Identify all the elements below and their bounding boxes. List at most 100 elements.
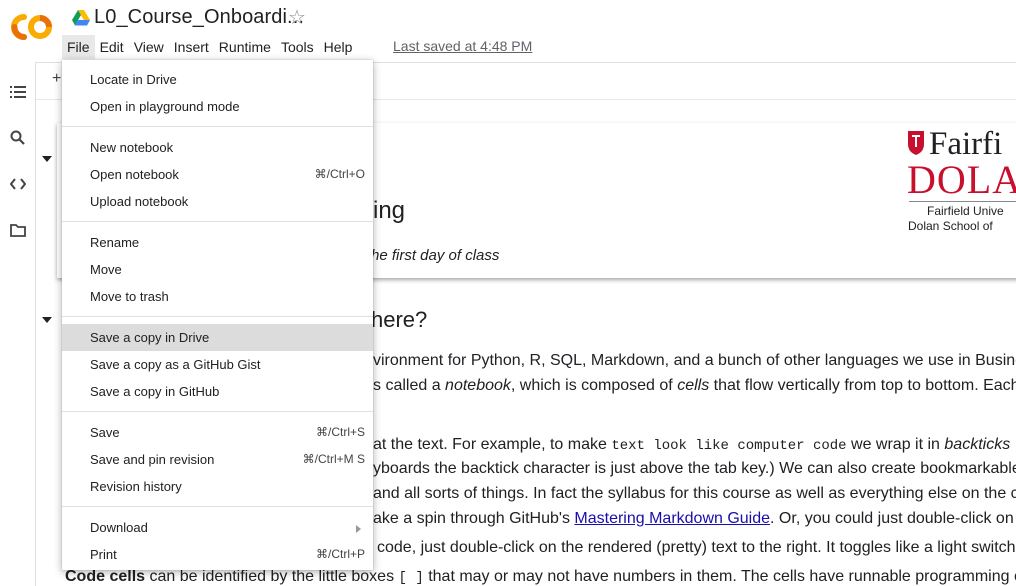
colab-logo[interactable] bbox=[10, 12, 54, 42]
menu-item-upload-notebook[interactable]: Upload notebook bbox=[62, 188, 373, 215]
menu-item-label: Download bbox=[90, 520, 148, 535]
menu-file[interactable]: File bbox=[62, 35, 95, 59]
text-span: and all sorts of things. In fact the syl… bbox=[373, 485, 1016, 502]
collapse-caret-icon[interactable] bbox=[42, 156, 52, 162]
app-header: L0_Course_Onboardi... ☆ File Edit View I… bbox=[0, 0, 1016, 62]
notebook-heading: ing bbox=[373, 197, 406, 224]
menu-item-move-to-trash[interactable]: Move to trash bbox=[62, 283, 373, 310]
search-icon[interactable] bbox=[6, 126, 30, 150]
menu-item-label: Move to trash bbox=[90, 289, 169, 304]
paragraph-line: at the text. For example, to make text l… bbox=[373, 436, 1010, 454]
inline-code: text look like computer code bbox=[611, 438, 847, 454]
text-span: s called a bbox=[373, 377, 446, 394]
menu-edit[interactable]: Edit bbox=[95, 35, 129, 59]
menu-runtime[interactable]: Runtime bbox=[214, 35, 276, 59]
menu-separator bbox=[62, 221, 373, 222]
menu-item-label: Revision history bbox=[90, 479, 182, 494]
notebook-title[interactable]: L0_Course_Onboardi... bbox=[94, 6, 304, 29]
menu-item-save[interactable]: Save ⌘/Ctrl+S bbox=[62, 419, 373, 446]
code-snippets-icon[interactable] bbox=[6, 172, 30, 196]
google-drive-icon[interactable] bbox=[72, 10, 90, 26]
text-span: can be identified by the little boxes bbox=[145, 568, 399, 585]
menu-tools[interactable]: Tools bbox=[276, 35, 319, 59]
menu-item-label: New notebook bbox=[90, 140, 174, 155]
toc-icon[interactable] bbox=[6, 80, 30, 104]
text-span: . Or, you could just double-click on a bbox=[770, 510, 1016, 527]
menu-item-save-copy-github-gist[interactable]: Save a copy as a GitHub Gist bbox=[62, 351, 373, 378]
submenu-arrow-icon bbox=[356, 525, 361, 533]
menu-item-open-notebook[interactable]: Open notebook ⌘/Ctrl+O bbox=[62, 161, 373, 188]
menu-item-locate-in-drive[interactable]: Locate in Drive bbox=[62, 66, 373, 93]
menu-item-print[interactable]: Print ⌘/Ctrl+P bbox=[62, 541, 373, 568]
collapse-caret-icon[interactable] bbox=[42, 317, 52, 323]
text-span: code, just double-click on the rendered … bbox=[377, 539, 1016, 556]
menu-item-revision-history[interactable]: Revision history bbox=[62, 473, 373, 500]
menu-item-label: Rename bbox=[90, 235, 140, 250]
menu-item-new-notebook[interactable]: New notebook bbox=[62, 134, 373, 161]
menu-help[interactable]: Help bbox=[319, 35, 358, 59]
menu-item-open-in-playground[interactable]: Open in playground mode bbox=[62, 93, 373, 120]
file-menu-dropdown: Locate in Drive Open in playground mode … bbox=[62, 60, 373, 570]
text-span: cells bbox=[677, 377, 710, 394]
mastering-markdown-link[interactable]: Mastering Markdown Guide bbox=[574, 510, 770, 527]
add-cell-button[interactable]: + bbox=[52, 70, 61, 88]
text-span: vironment for Python, R, SQL, Markdown, … bbox=[373, 352, 1016, 369]
menu-item-label: Save bbox=[90, 425, 120, 440]
logo-divider bbox=[909, 201, 1016, 202]
paragraph-line: code, just double-click on the rendered … bbox=[377, 539, 1016, 557]
paragraph-line: and all sorts of things. In fact the syl… bbox=[373, 485, 1016, 503]
left-sidebar bbox=[0, 62, 36, 586]
menu-item-save-copy-in-drive[interactable]: Save a copy in Drive bbox=[62, 324, 373, 351]
paragraph-line: yboards the backtick character is just a… bbox=[373, 460, 1016, 478]
section-heading: here? bbox=[371, 307, 428, 332]
menu-item-shortcut: ⌘/Ctrl+S bbox=[315, 425, 365, 439]
paragraph-line: vironment for Python, R, SQL, Markdown, … bbox=[373, 352, 1016, 370]
menu-item-label: Print bbox=[90, 547, 117, 562]
menu-item-label: Save a copy as a GitHub Gist bbox=[90, 357, 261, 372]
menu-bar: File Edit View Insert Runtime Tools Help bbox=[62, 35, 357, 59]
star-icon[interactable]: ☆ bbox=[288, 7, 306, 29]
text-span: we wrap it in bbox=[846, 436, 945, 453]
text-span: notebook bbox=[445, 377, 511, 394]
menu-item-label: Save a copy in GitHub bbox=[90, 384, 220, 399]
paragraph-line: Code cells can be identified by the litt… bbox=[65, 568, 1016, 586]
menu-item-label: Locate in Drive bbox=[90, 72, 177, 87]
folder-icon[interactable] bbox=[6, 218, 30, 242]
menu-item-download[interactable]: Download bbox=[62, 514, 373, 541]
menu-item-label: Move bbox=[90, 262, 122, 277]
menu-item-move[interactable]: Move bbox=[62, 256, 373, 283]
menu-item-label: Open in playground mode bbox=[90, 99, 240, 114]
logo-line-dolan: DOLA bbox=[907, 157, 1016, 202]
text-span: Code cells bbox=[65, 568, 146, 585]
menu-item-rename[interactable]: Rename bbox=[62, 229, 373, 256]
menu-item-shortcut: ⌘/Ctrl+M S bbox=[302, 452, 365, 466]
menu-insert[interactable]: Insert bbox=[169, 35, 214, 59]
text-span: ake a spin through GitHub's bbox=[373, 510, 575, 527]
menu-item-label: Open notebook bbox=[90, 167, 179, 182]
menu-item-shortcut: ⌘/Ctrl+O bbox=[314, 167, 365, 181]
menu-item-save-and-pin-revision[interactable]: Save and pin revision ⌘/Ctrl+M S bbox=[62, 446, 373, 473]
notebook-subtitle: he first day of class bbox=[371, 247, 500, 264]
logo-line-school: Dolan School of bbox=[908, 219, 993, 233]
menu-item-label: Save and pin revision bbox=[90, 452, 215, 467]
menu-item-label: Save a copy in Drive bbox=[90, 330, 210, 345]
menu-separator bbox=[62, 316, 373, 317]
text-span: that may or may not have numbers in them… bbox=[423, 568, 1016, 585]
menu-item-save-copy-in-github[interactable]: Save a copy in GitHub bbox=[62, 378, 373, 405]
menu-item-shortcut: ⌘/Ctrl+P bbox=[315, 547, 365, 561]
paragraph-line: ake a spin through GitHub's Mastering Ma… bbox=[373, 510, 1016, 528]
text-span: that flow vertically from top to bottom.… bbox=[709, 377, 1016, 394]
text-span: yboards the backtick character is just a… bbox=[373, 460, 1016, 477]
menu-view[interactable]: View bbox=[129, 35, 169, 59]
paragraph-line: s called a notebook, which is composed o… bbox=[373, 377, 1016, 395]
menu-item-label: Upload notebook bbox=[90, 194, 189, 209]
text-span: , which is composed of bbox=[510, 377, 678, 394]
text-span: at the text. For example, to make bbox=[373, 436, 612, 453]
inline-code: [ ] bbox=[398, 570, 424, 586]
menu-separator bbox=[62, 411, 373, 412]
logo-line-university: Fairfield Unive bbox=[927, 204, 1004, 218]
text-span: backticks bbox=[944, 436, 1011, 453]
menu-separator bbox=[62, 126, 373, 127]
last-saved-link[interactable]: Last saved at 4:48 PM bbox=[393, 38, 532, 54]
menu-separator bbox=[62, 506, 373, 507]
